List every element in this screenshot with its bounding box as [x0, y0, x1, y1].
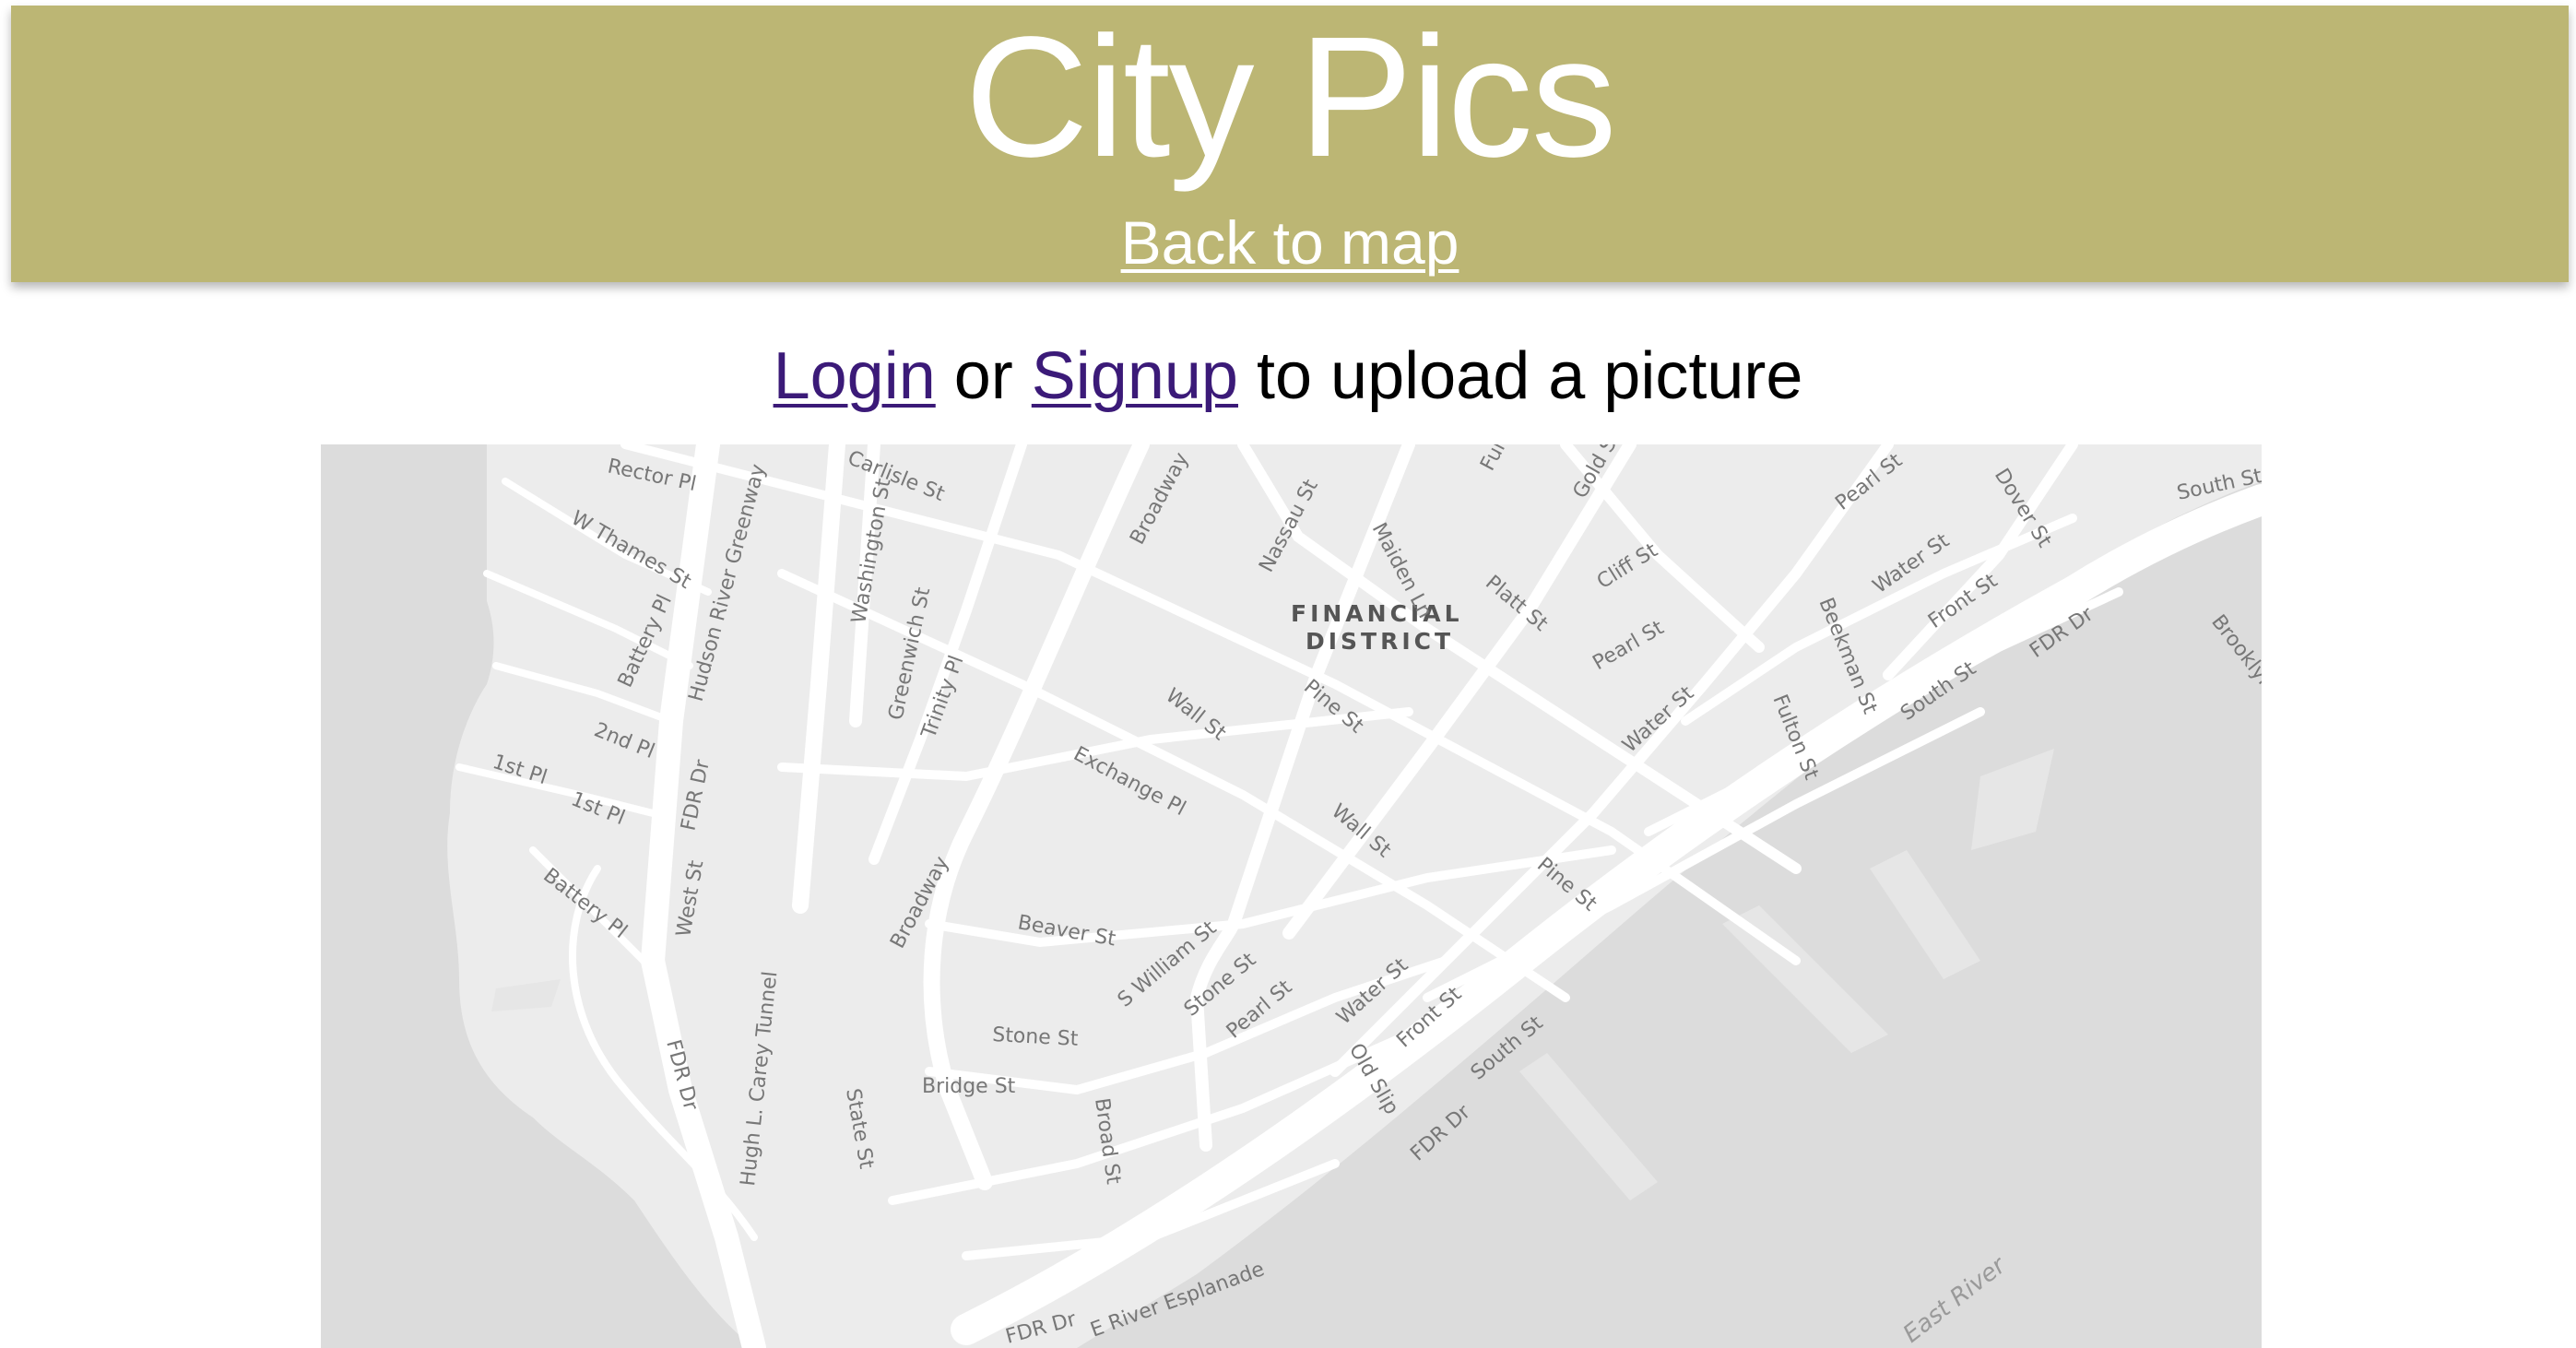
- back-to-map-link[interactable]: Back to map: [11, 210, 2569, 275]
- auth-or-text: or: [935, 339, 1032, 413]
- site-header: City Pics Back to map: [11, 6, 2569, 282]
- site-title: City Pics: [964, 2, 1616, 193]
- map-district-label-1: FINANCIAL: [1291, 600, 1463, 627]
- map-water-label: East River: [1898, 1250, 2013, 1348]
- map-street-label: Bridge St: [922, 1075, 1016, 1098]
- map-canvas[interactable]: FINANCIAL DISTRICT Rector Pl Carlisle St…: [321, 444, 2262, 1348]
- map-street-label: Brooklyn: [2206, 610, 2262, 694]
- map-view[interactable]: FINANCIAL DISTRICT Rector Pl Carlisle St…: [321, 444, 2262, 1348]
- map-street-label: Stone St: [992, 1023, 1080, 1051]
- auth-prompt: Login or Signup to upload a picture: [0, 337, 2576, 415]
- auth-suffix-text: to upload a picture: [1237, 339, 1803, 413]
- signup-link[interactable]: Signup: [1032, 339, 1238, 413]
- map-district-label-2: DISTRICT: [1306, 628, 1454, 655]
- map-street-label: FDR Dr: [1406, 1100, 1475, 1165]
- login-link[interactable]: Login: [774, 339, 936, 413]
